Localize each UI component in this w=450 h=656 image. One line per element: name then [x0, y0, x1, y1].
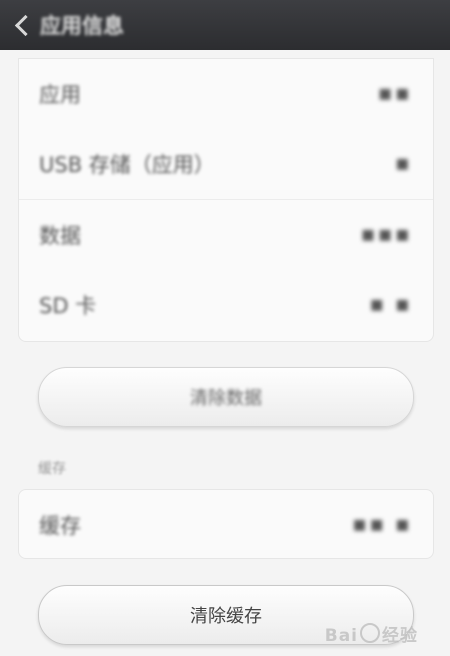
storage-card: 应用 ■■ USB 存储（应用） ■ 数据 ■■■ SD 卡 ■ ■ [18, 58, 434, 342]
storage-row-data: 数据 ■■■ [19, 200, 433, 270]
cache-card: 缓存 ■■ ■ [18, 489, 434, 559]
row-label: 缓存 [39, 514, 81, 538]
watermark-text-2: 经验 [382, 626, 418, 646]
clear-data-button[interactable]: 清除数据 [38, 367, 414, 427]
cache-section-title: 缓存 [38, 461, 66, 477]
baidu-jingyan-watermark: Bai 经验 [325, 621, 418, 646]
back-arrow-icon[interactable] [0, 0, 40, 50]
page-title: 应用信息 [40, 14, 124, 38]
paw-icon [360, 623, 380, 643]
row-value: ■■ [378, 86, 413, 102]
row-label: USB 存储（应用） [39, 153, 215, 177]
row-value: ■ [395, 156, 413, 172]
row-label: SD 卡 [39, 294, 97, 318]
clear-data-label: 清除数据 [190, 388, 262, 409]
title-bar: 应用信息 [0, 0, 450, 50]
clear-cache-label: 清除缓存 [190, 606, 262, 627]
row-value: ■■■ [361, 227, 413, 243]
row-value: ■■ ■ [352, 517, 413, 533]
cache-row: 缓存 ■■ ■ [19, 490, 433, 560]
row-value: ■ ■ [370, 297, 413, 313]
watermark-text: Bai [324, 626, 358, 646]
row-label: 数据 [39, 224, 81, 248]
storage-row-usb: USB 存储（应用） ■ [19, 129, 433, 199]
storage-row-app: 应用 ■■ [19, 59, 433, 129]
storage-row-sd: SD 卡 ■ ■ [19, 270, 433, 340]
row-label: 应用 [39, 83, 81, 107]
